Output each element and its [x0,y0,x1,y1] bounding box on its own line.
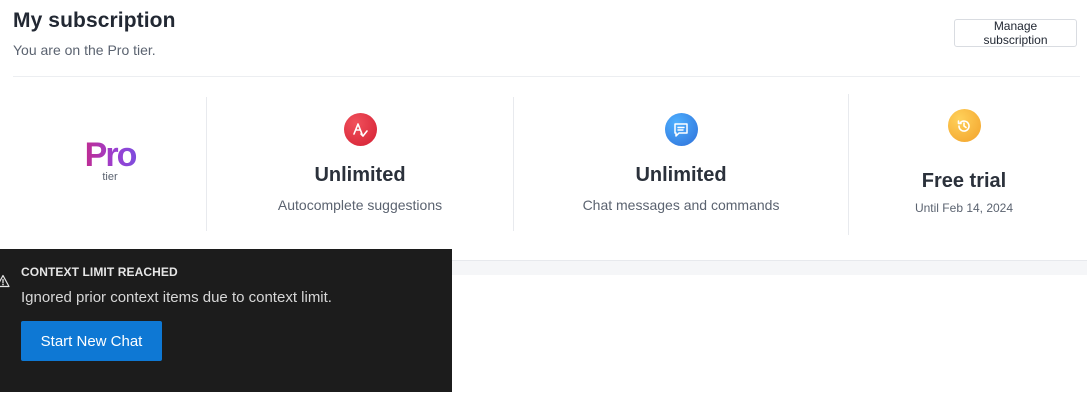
toast-message: Ignored prior context items due to conte… [21,289,332,306]
toast-title: CONTEXT LIMIT REACHED [21,265,178,279]
stat-chat: Unlimited Chat messages and commands [566,113,796,213]
spellcheck-icon [343,113,377,146]
column-divider [513,97,514,231]
start-new-chat-button[interactable]: Start New Chat [21,321,162,361]
chat-message-icon [664,113,698,146]
subscription-page: My subscription You are on the Pro tier.… [0,0,1087,415]
tier-label: tier [102,171,118,183]
stat-value: Free trial [921,170,1007,192]
warning-icon [0,274,10,293]
column-divider [206,97,207,231]
stat-value: Unlimited [635,164,727,186]
stat-description: Chat messages and commands [582,197,780,213]
stat-autocomplete: Unlimited Autocomplete suggestions [250,113,470,213]
stat-value: Unlimited [314,164,406,186]
manage-subscription-button[interactable]: Manage subscription [954,19,1077,47]
pro-logo: Pro [68,137,152,173]
stat-free-trial: Free trial Until Feb 14, 2024 [874,109,1054,215]
page-subtitle: You are on the Pro tier. [13,42,156,58]
stat-description: Autocomplete suggestions [277,197,443,213]
column-divider [848,94,849,235]
stat-description: Until Feb 14, 2024 [914,201,1014,215]
page-title: My subscription [13,9,176,32]
history-clock-icon [947,109,981,142]
tier-badge: Pro tier [68,137,152,183]
header-divider [13,76,1080,77]
